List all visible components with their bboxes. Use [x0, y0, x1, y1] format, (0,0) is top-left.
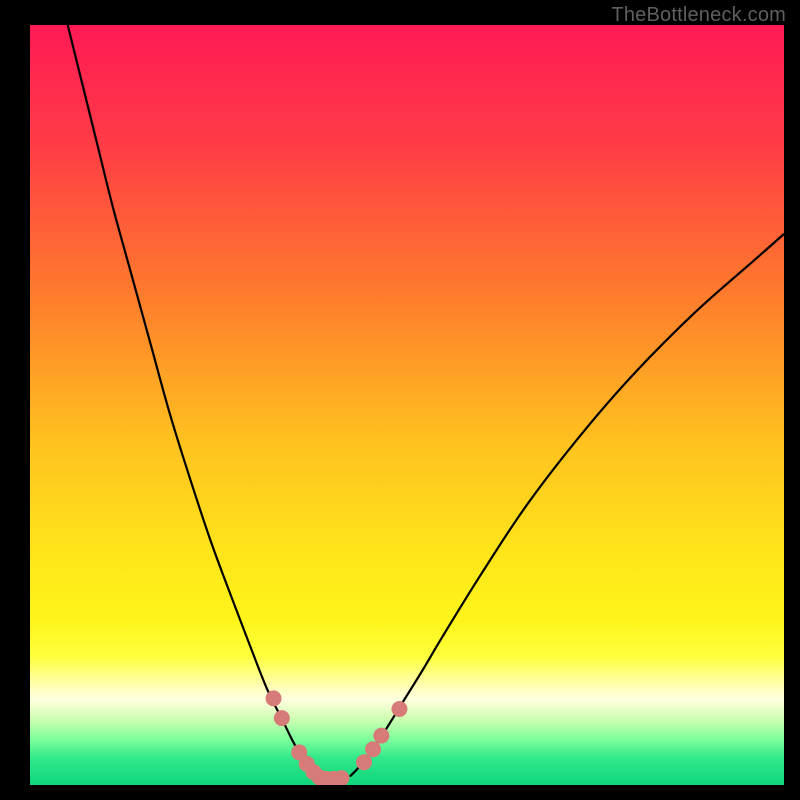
chart-frame: TheBottleneck.com	[0, 0, 800, 800]
data-dot	[274, 710, 290, 726]
plot-area	[30, 25, 784, 785]
curve-right	[350, 234, 784, 776]
data-dot	[373, 728, 389, 744]
curves-layer	[30, 25, 784, 785]
bottom-dots	[266, 690, 408, 785]
data-dot	[356, 754, 372, 770]
curve-left	[68, 25, 317, 776]
data-dot	[365, 741, 381, 757]
watermark-text: TheBottleneck.com	[611, 4, 786, 27]
data-dot	[266, 690, 282, 706]
data-dot	[391, 701, 407, 717]
